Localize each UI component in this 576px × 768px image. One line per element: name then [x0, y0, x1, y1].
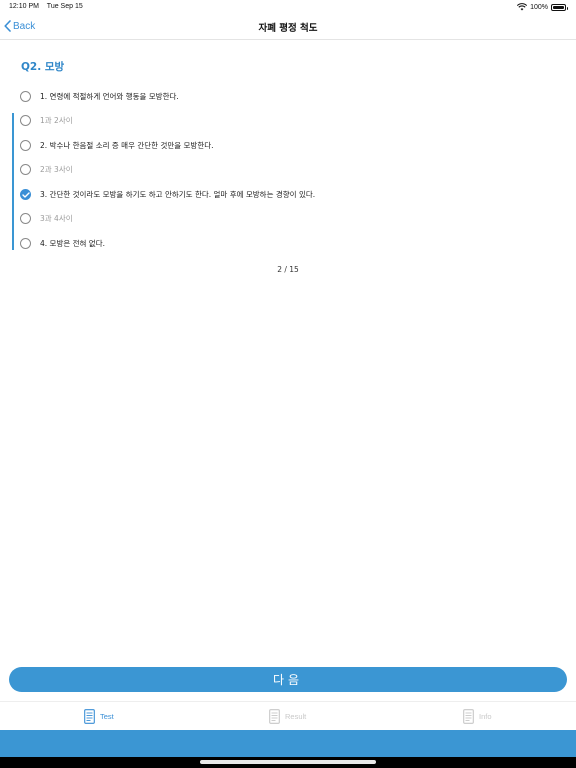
radio-button[interactable] — [20, 90, 31, 102]
battery-icon — [551, 3, 568, 11]
option-item[interactable]: 3과 4사이 — [20, 211, 73, 225]
radio-button[interactable] — [20, 114, 31, 126]
tab-info[interactable]: Info — [463, 707, 492, 725]
wifi-icon — [517, 3, 528, 11]
page-indicator: 2 / 15 — [277, 265, 299, 274]
tab-label: Info — [479, 711, 492, 721]
status-date: Tue Sep 15 — [46, 3, 83, 10]
option-item[interactable]: 1과 2사이 — [20, 113, 73, 127]
status-left: 12:10 PM Tue Sep 15 — [9, 3, 89, 10]
info-sheet-icon — [463, 708, 474, 724]
option-label: 1과 2사이 — [40, 115, 73, 125]
option-item[interactable]: 4. 모방은 전혀 없다. — [20, 236, 105, 250]
status-right: 100% — [517, 3, 568, 11]
page-title: 자폐 평정 척도 — [258, 23, 318, 34]
test-sheet-icon — [84, 708, 95, 724]
tab-label: Result — [285, 711, 307, 721]
option-item[interactable]: 2과 3사이 — [20, 162, 73, 176]
option-label: 2과 3사이 — [40, 164, 73, 174]
progress-line — [12, 113, 14, 250]
next-button[interactable]: 다음 — [9, 667, 567, 692]
radio-button[interactable] — [20, 139, 31, 151]
option-label: 3과 4사이 — [40, 213, 73, 223]
tab-label: Test — [100, 711, 114, 721]
option-label: 1. 연령에 적절하게 언어와 행동을 모방한다. — [40, 91, 179, 101]
home-indicator-area — [0, 757, 576, 768]
question-title: Q2. 모방 — [21, 61, 65, 73]
radio-button[interactable] — [20, 237, 31, 249]
radio-button[interactable] — [20, 212, 31, 224]
tab-result[interactable]: Result — [269, 707, 306, 725]
tab-test[interactable]: Test — [84, 707, 114, 725]
option-item[interactable]: 1. 연령에 적절하게 언어와 행동을 모방한다. — [20, 89, 179, 103]
option-label: 4. 모방은 전혀 없다. — [40, 238, 105, 248]
checkmark-icon — [22, 191, 30, 198]
option-item[interactable]: 3. 간단한 것이라도 모방을 하기도 하고 안하기도 한다. 얼마 후에 모방… — [20, 187, 315, 201]
radio-button[interactable] — [20, 163, 31, 175]
status-time: 12:10 PM — [9, 3, 39, 10]
option-item[interactable]: 2. 박수나 한음절 소리 증 매우 간단한 것만을 모방한다. — [20, 138, 214, 152]
navigation-bar: Back 자폐 평정 척도 — [0, 14, 576, 40]
tab-bar: Test Result Info — [0, 701, 576, 731]
radio-button-checked[interactable] — [20, 188, 31, 200]
option-label: 2. 박수나 한음절 소리 증 매우 간단한 것만을 모방한다. — [40, 140, 214, 150]
home-indicator[interactable] — [200, 760, 376, 764]
result-sheet-icon — [269, 708, 280, 724]
status-bar: 12:10 PM Tue Sep 15 100% — [0, 0, 576, 14]
bottom-accent-bar — [0, 730, 576, 757]
battery-percent: 100% — [530, 3, 548, 11]
option-label: 3. 간단한 것이라도 모방을 하기도 하고 안하기도 한다. 얼마 후에 모방… — [40, 189, 316, 199]
